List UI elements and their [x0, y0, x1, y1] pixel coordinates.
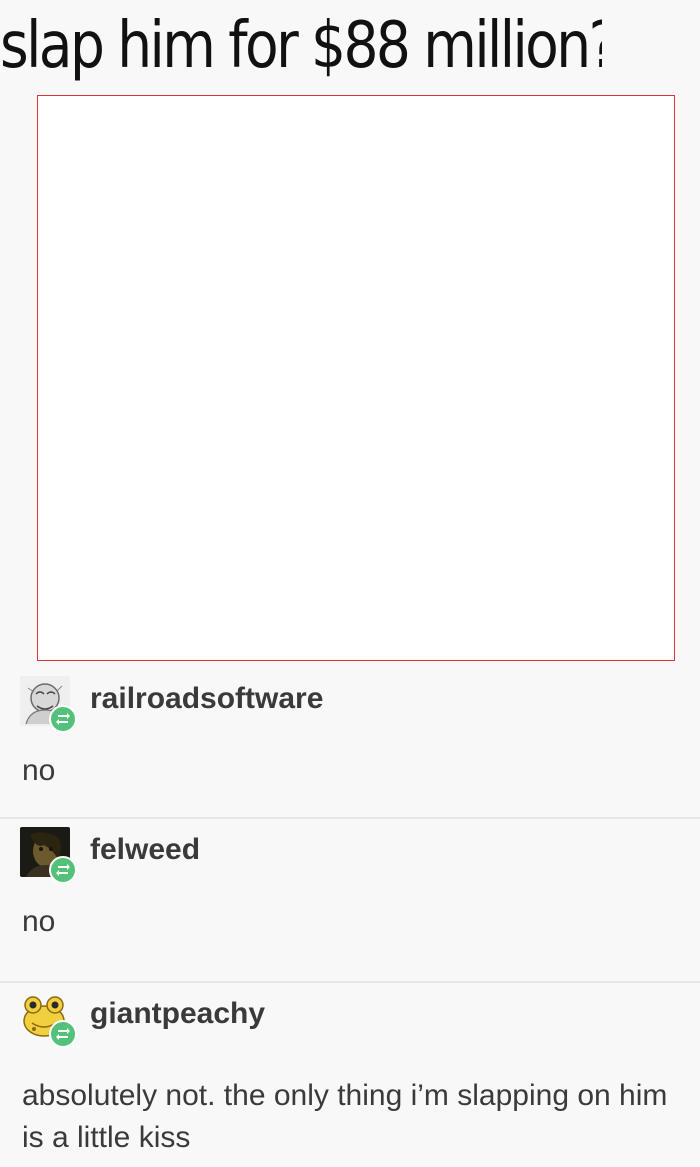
- reblog-entry: giantpeachy absolutely not. the only thi…: [0, 983, 700, 1167]
- avatar-group[interactable]: [20, 991, 78, 1048]
- reblog-username[interactable]: felweed: [90, 833, 200, 867]
- reblog-text: no: [22, 754, 56, 787]
- reblog-icon: [49, 1020, 77, 1048]
- reblog-text: absolutely not. the only thing i’m slapp…: [22, 1079, 668, 1154]
- reblog-username[interactable]: giantpeachy: [90, 997, 265, 1031]
- reblog-entry: railroadsoftware no: [0, 668, 700, 818]
- tumblr-post-screenshot: slap him for $88 million? railroadsoftwa…: [0, 0, 700, 1167]
- reblog-entry: felweed no: [0, 819, 700, 982]
- reblog-username[interactable]: railroadsoftware: [90, 682, 323, 716]
- meme-title: slap him for $88 million?: [0, 9, 602, 83]
- avatar-group[interactable]: [20, 827, 78, 884]
- meme-image-placeholder: [37, 95, 675, 661]
- reblog-icon: [49, 856, 77, 884]
- avatar-group[interactable]: [20, 676, 78, 733]
- reblog-icon: [49, 705, 77, 733]
- reblog-text: no: [22, 905, 56, 938]
